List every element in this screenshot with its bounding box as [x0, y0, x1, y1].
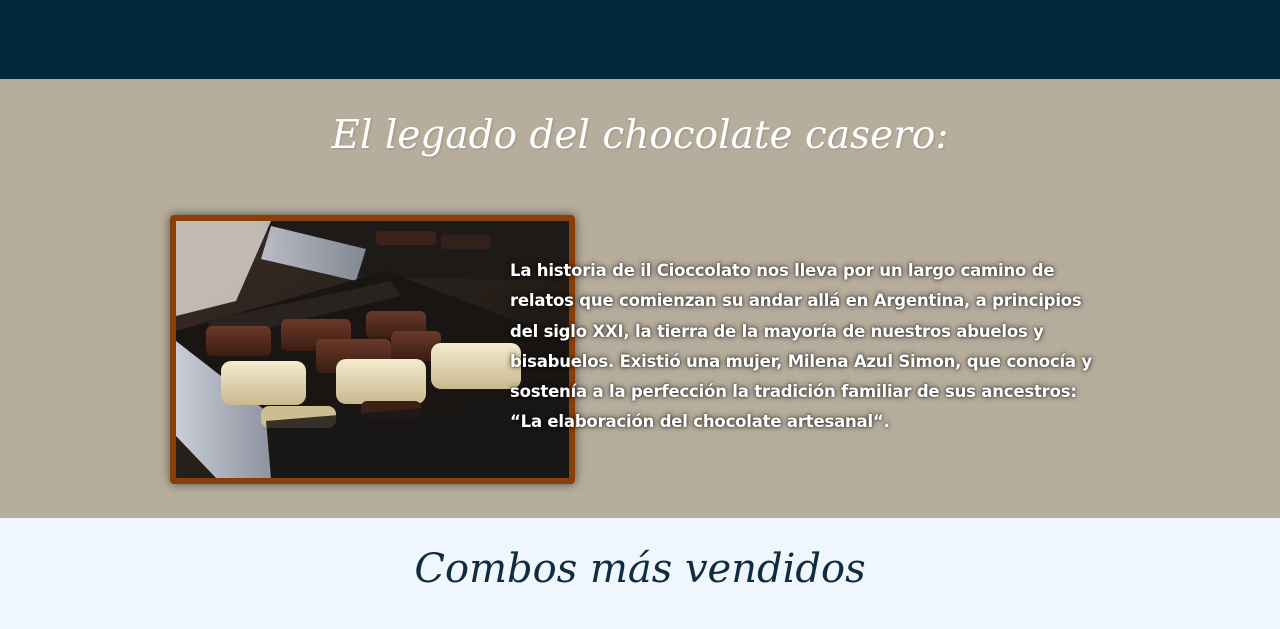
top-navigation-bar	[0, 0, 1280, 79]
legacy-section: El legado del chocolate casero: La histo…	[0, 79, 1280, 518]
legacy-story-text: La historia de il Cioccolato nos lleva p…	[510, 261, 1092, 432]
legacy-title: El legado del chocolate casero:	[331, 113, 949, 158]
combos-section-title: Combos más vendidos	[414, 546, 866, 592]
